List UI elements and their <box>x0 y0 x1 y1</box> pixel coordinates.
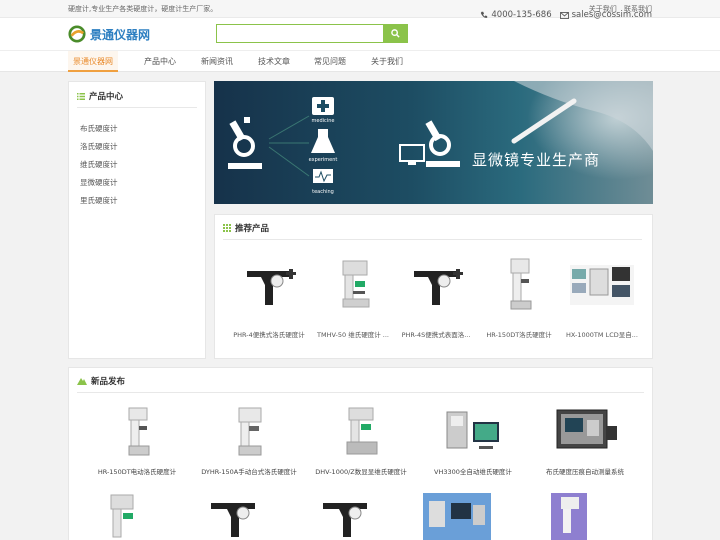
new-product-card[interactable]: DYHR-150A手动台式洛氏硬度计 <box>193 406 305 476</box>
new-product-card[interactable] <box>305 491 385 540</box>
portable-tester-image <box>414 269 463 305</box>
email-info: sales@cossim.com <box>559 10 652 20</box>
microscope-icon <box>228 117 262 169</box>
search-icon <box>390 29 400 38</box>
new-product-card[interactable]: VH3300全自动维氏硬度计 <box>417 406 529 476</box>
new-products-title-text: 新品发布 <box>91 377 126 387</box>
medicine-icon: medicine <box>312 97 335 124</box>
email-address[interactable]: sales@cossim.com <box>572 10 652 20</box>
search-button[interactable] <box>383 25 407 42</box>
new-product-card[interactable] <box>417 491 497 540</box>
mail-icon <box>559 11 569 19</box>
system-image <box>423 493 491 540</box>
product-name: HR-150DT洛氏硬度计 <box>486 331 552 339</box>
site-logo[interactable]: 景通仪器网 <box>68 25 150 43</box>
nav-news[interactable]: 新闻资讯 <box>192 51 242 72</box>
new-product-name: VH3300全自动维氏硬度计 <box>434 468 512 476</box>
microscope-icon-2 <box>425 120 460 167</box>
portable-tester-image <box>211 503 255 537</box>
sidebar-list: 布氏硬度计 洛氏硬度计 维氏硬度计 显微硬度计 里氏硬度计 <box>80 120 118 210</box>
auto-tester-image <box>446 411 499 449</box>
new-product-name: HR-150DT电动洛氏硬度计 <box>97 468 177 476</box>
portable-tester-image <box>323 503 367 537</box>
triangle-icon <box>77 378 87 385</box>
monitor-icon: teaching <box>312 169 334 195</box>
rockwell-tester-image <box>510 258 532 310</box>
new-products-panel: 新品发布 HR-150DT电动洛氏硬度计 DYHR-150A手动台式洛氏硬度计 … <box>68 367 653 540</box>
new-product-card[interactable] <box>81 491 161 540</box>
main-nav: 景通仪器网 产品中心 新闻资讯 技术文章 常见问题 关于我们 <box>0 50 720 72</box>
product-card[interactable]: HX-1000TM LCD显自... <box>564 255 640 339</box>
vickers-tester-image <box>110 494 134 538</box>
banner-headline: 显微镜专业生产商 <box>472 151 600 169</box>
computer-icon <box>399 144 425 165</box>
sidebar-title-text: 产品中心 <box>89 92 124 102</box>
new-product-card[interactable] <box>529 491 609 540</box>
recommended-title: 推荐产品 <box>223 224 642 240</box>
hero-banner[interactable]: medicine experiment teaching 显微镜专业生产商 <box>214 81 653 204</box>
new-product-name: DYHR-150A手动台式洛氏硬度计 <box>201 468 297 476</box>
sidebar-item-brinell[interactable]: 布氏硬度计 <box>80 120 118 138</box>
banner-art: medicine experiment teaching 显微镜专业生产商 <box>228 81 653 204</box>
rockwell-tester-image <box>128 407 150 456</box>
portable-tester-image <box>247 269 296 305</box>
search-input[interactable] <box>217 25 383 42</box>
svg-text:experiment: experiment <box>309 157 338 163</box>
vickers-tester-image <box>342 260 370 308</box>
system-image <box>570 265 634 305</box>
new-product-name: 布氏硬度压痕自动测量系统 <box>546 468 624 476</box>
product-card[interactable]: TMHV-50 维氏硬度计 ... <box>315 255 391 339</box>
sidebar-item-leeb[interactable]: 里氏硬度计 <box>80 192 118 210</box>
nav-products[interactable]: 产品中心 <box>135 51 185 72</box>
new-product-card[interactable]: DHV-1000/Z数显显维氏硬度计 <box>305 406 417 476</box>
nav-articles[interactable]: 技术文章 <box>249 51 299 72</box>
sidebar-item-micro[interactable]: 显微硬度计 <box>80 174 118 192</box>
nav-home[interactable]: 景通仪器网 <box>68 51 118 72</box>
vickers-tester-image <box>551 493 587 540</box>
product-name: PHR-4S便携式表面洛... <box>401 331 471 339</box>
svg-text:medicine: medicine <box>312 118 335 124</box>
new-product-card[interactable]: HR-150DT电动洛氏硬度计 <box>81 406 193 476</box>
sidebar-item-vickers[interactable]: 维氏硬度计 <box>80 156 118 174</box>
svg-text:teaching: teaching <box>312 189 334 195</box>
flask-icon: experiment <box>309 129 338 163</box>
search-bar <box>216 24 408 43</box>
product-name: PHR-4便携式洛氏硬度计 <box>233 331 305 339</box>
phone-info: 4000-135-686 <box>480 10 552 20</box>
new-product-card[interactable] <box>193 491 273 540</box>
measurement-case-image <box>556 409 617 449</box>
product-sidebar: 产品中心 布氏硬度计 洛氏硬度计 维氏硬度计 显微硬度计 里氏硬度计 <box>68 81 206 359</box>
contact-info: 4000-135-686 sales@cossim.com <box>480 10 652 20</box>
product-card[interactable]: PHR-4便携式洛氏硬度计 <box>231 255 307 339</box>
nav-faq[interactable]: 常见问题 <box>305 51 355 72</box>
product-name: TMHV-50 维氏硬度计 ... <box>317 331 389 339</box>
list-icon <box>77 92 85 100</box>
recommended-panel: 推荐产品 PHR-4便携式洛氏硬度计 TMHV-50 维氏硬度计 ... PHR… <box>214 214 653 359</box>
recommended-title-text: 推荐产品 <box>235 224 270 234</box>
logo-icon <box>68 25 86 43</box>
new-product-name: DHV-1000/Z数显显维氏硬度计 <box>315 468 407 476</box>
new-product-card[interactable]: 布氏硬度压痕自动测量系统 <box>529 406 641 476</box>
product-name: HX-1000TM LCD显自... <box>566 331 638 339</box>
product-card[interactable]: HR-150DT洛氏硬度计 <box>481 255 557 339</box>
new-products-title: 新品发布 <box>77 377 644 393</box>
sidebar-item-rockwell[interactable]: 洛氏硬度计 <box>80 138 118 156</box>
rockwell-tester-image <box>238 407 262 456</box>
vickers-tester-image <box>346 407 378 455</box>
logo-text: 景通仪器网 <box>90 27 151 42</box>
grid-icon <box>223 224 231 232</box>
phone-number: 4000-135-686 <box>491 10 552 20</box>
phone-icon <box>481 11 488 18</box>
nav-about[interactable]: 关于我们 <box>362 51 412 72</box>
site-tagline: 硬度计,专业生产各类硬度计，硬度计生产厂家。 <box>68 5 218 13</box>
product-card[interactable]: PHR-4S便携式表面洛... <box>398 255 474 339</box>
sidebar-title: 产品中心 <box>77 92 197 108</box>
